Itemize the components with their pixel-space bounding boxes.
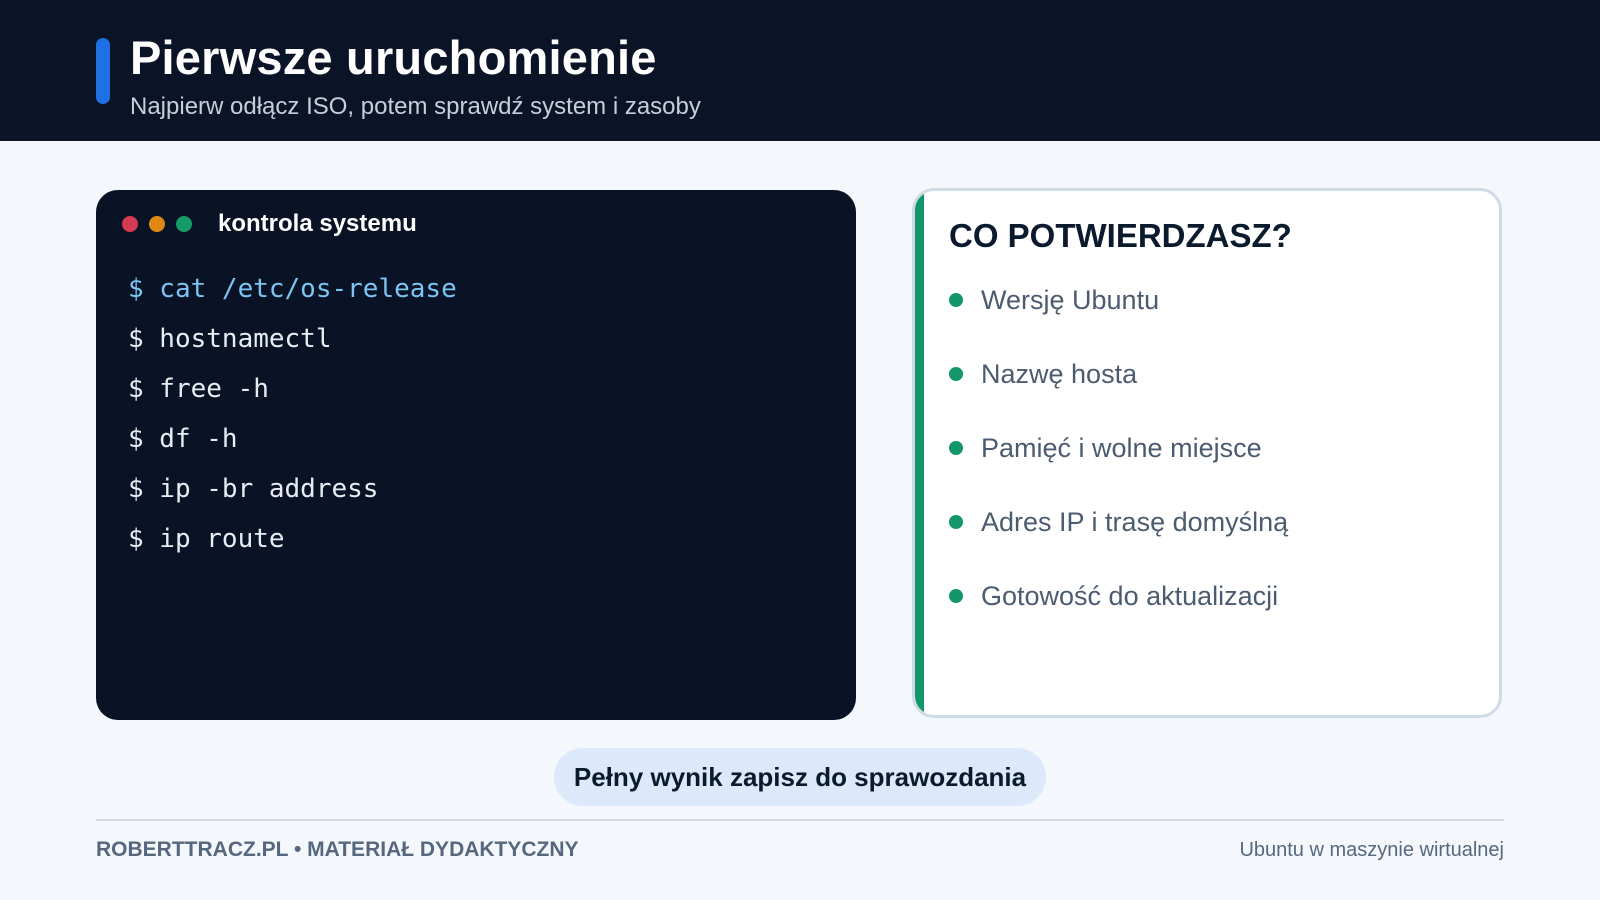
title-accent-bar [96, 38, 110, 104]
list-item: Pamięć i wolne miejsce [949, 411, 1288, 485]
command-line: $ hostnamectl [128, 324, 332, 354]
red-dot-icon [122, 216, 138, 232]
list-item-label: Pamięć i wolne miejsce [981, 432, 1262, 463]
note-badge: Pełny wynik zapisz do sprawozdania [554, 748, 1046, 806]
footer-topic: Ubuntu w maszynie wirtualnej [1239, 839, 1504, 861]
green-dot-icon [176, 216, 192, 232]
command-list: $ cat /etc/os-release $ hostnamectl $ fr… [128, 264, 457, 564]
list-item: Nazwę hosta [949, 337, 1288, 411]
list-item: Adres IP i trasę domyślną [949, 485, 1288, 559]
page-title: Pierwsze uruchomienie [130, 31, 657, 84]
orange-dot-icon [149, 216, 165, 232]
list-item-label: Gotowość do aktualizacji [981, 580, 1279, 611]
panel-title: CO POTWIERDZASZ? [949, 217, 1292, 254]
header: Pierwsze uruchomienie Najpierw odłącz IS… [0, 0, 1600, 141]
list-item: Wersję Ubuntu [949, 263, 1288, 337]
list-item-label: Nazwę hosta [981, 358, 1138, 389]
bullet-dot-icon [949, 515, 963, 529]
list-item-label: Wersję Ubuntu [981, 284, 1160, 315]
bullet-dot-icon [949, 441, 963, 455]
bullet-dot-icon [949, 589, 963, 603]
checklist: Wersję Ubuntu Nazwę hosta Pamięć i wolne… [949, 263, 1288, 633]
page-subtitle: Najpierw odłącz ISO, potem sprawdź syste… [130, 93, 701, 120]
command-line: $ free -h [128, 374, 269, 404]
footer-divider [96, 819, 1504, 821]
panel-accent-bar [915, 191, 924, 715]
command-line: $ df -h [128, 424, 238, 454]
terminal-title: kontrola systemu [218, 210, 417, 237]
command-line: $ cat /etc/os-release [128, 274, 457, 304]
list-item-label: Adres IP i trasę domyślną [981, 506, 1289, 537]
checklist-panel: CO POTWIERDZASZ? Wersję Ubuntu Nazwę hos… [912, 188, 1502, 718]
bullet-dot-icon [949, 367, 963, 381]
list-item: Gotowość do aktualizacji [949, 559, 1288, 633]
footer-brand: ROBERTTRACZ.PL • MATERIAŁ DYDAKTYCZNY [96, 838, 579, 861]
command-line: $ ip route [128, 524, 285, 554]
command-line: $ ip -br address [128, 474, 379, 504]
terminal-window: kontrola systemu $ cat /etc/os-release $… [96, 190, 856, 720]
bullet-dot-icon [949, 293, 963, 307]
